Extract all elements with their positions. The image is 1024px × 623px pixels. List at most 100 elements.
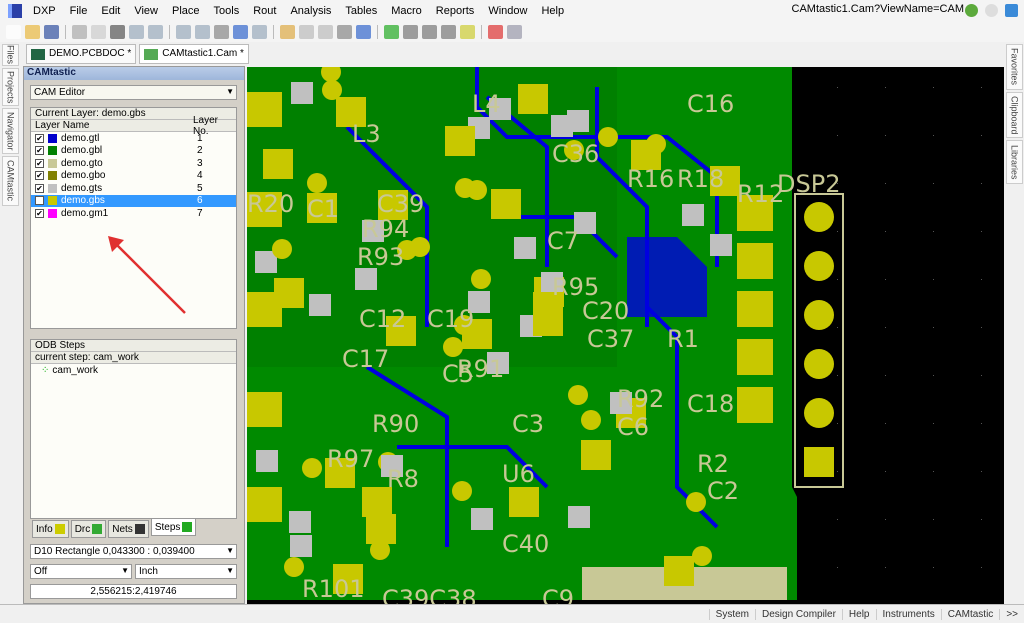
toolbar-button-icon[interactable]	[488, 25, 503, 39]
view-name-dropdown[interactable]: CAMtastic1.Cam?ViewName=CAM	[792, 3, 965, 15]
edge-pad	[247, 292, 282, 327]
pcb-canvas[interactable]: L4 L3 C16 C36 R18 R16 R12 DSP2 R20 C1 C39 R94 R93 C7 C…	[247, 67, 1004, 604]
status-camtastic[interactable]: CAMtastic	[940, 608, 1000, 620]
toolbar-button-icon[interactable]	[299, 25, 314, 39]
toolbar-button-icon[interactable]	[110, 25, 125, 39]
grid-dot	[885, 279, 886, 280]
layer-checkbox[interactable]: ✔	[35, 196, 44, 206]
layer-checkbox[interactable]: ✔	[35, 146, 44, 156]
layer-row[interactable]: ✔ demo.gm1 7	[31, 207, 236, 220]
menu-view[interactable]: View	[127, 5, 165, 17]
tab-drc[interactable]: Drc	[70, 520, 107, 538]
layer-checkbox[interactable]: ✔	[35, 158, 44, 168]
via	[598, 127, 618, 147]
doc-tab[interactable]: CAMtastic1.Cam *	[139, 44, 249, 64]
forward-icon[interactable]	[985, 4, 998, 17]
layer-row[interactable]: ✔ demo.gto 3	[31, 157, 236, 170]
layer-checkbox[interactable]: ✔	[35, 133, 44, 143]
menu-place[interactable]: Place	[165, 5, 207, 17]
toolbar-button-icon[interactable]	[280, 25, 295, 39]
menu-file[interactable]: File	[63, 5, 95, 17]
status-system[interactable]: System	[708, 608, 755, 620]
layer-color-swatch	[48, 183, 57, 193]
toolbar-button-icon[interactable]	[233, 25, 248, 39]
side-tab-libraries[interactable]: Libraries	[1006, 140, 1023, 184]
step-cam-work[interactable]: ⁘ cam_work	[31, 364, 236, 376]
aperture-select[interactable]: D10 Rectangle 0,043300 : 0,039400 ▼	[30, 544, 237, 559]
snap-select[interactable]: Off ▼	[30, 564, 132, 579]
toolbar-button-icon[interactable]	[91, 25, 106, 39]
layer-row[interactable]: ✔ demo.gbo 4	[31, 170, 236, 183]
editor-select[interactable]: CAM Editor ▼	[30, 85, 237, 100]
toolbar-button-icon[interactable]	[507, 25, 522, 39]
menu-tools[interactable]: Tools	[207, 5, 247, 17]
pad	[289, 511, 311, 533]
toolbar-button-icon[interactable]	[403, 25, 418, 39]
home-icon[interactable]	[1005, 4, 1018, 17]
status-instruments[interactable]: Instruments	[875, 608, 941, 620]
layer-row[interactable]: ✔ demo.gbs 6	[31, 194, 236, 207]
pcb-drawing[interactable]: L4L3C16C36R18R16R12DSP2R20 C1 C39R94R93C7C…	[247, 67, 1004, 604]
side-tab-camtastic[interactable]: CAMtastic	[2, 156, 19, 206]
tab-info[interactable]: Info	[32, 520, 69, 538]
side-tab-favorites[interactable]: Favorites	[1006, 44, 1023, 90]
layer-name: demo.gbo	[61, 170, 106, 182]
grid-dot	[885, 231, 886, 232]
silkscreen-label: C7	[547, 227, 579, 255]
menu-tables[interactable]: Tables	[338, 5, 384, 17]
status--[interactable]: >>	[999, 608, 1024, 620]
menu-reports[interactable]: Reports	[429, 5, 482, 17]
menu-edit[interactable]: Edit	[94, 5, 127, 17]
editor-select-value: CAM Editor	[34, 87, 86, 98]
menu-macro[interactable]: Macro	[384, 5, 429, 17]
status-design-compiler[interactable]: Design Compiler	[755, 608, 842, 620]
side-tab-projects[interactable]: Projects	[2, 68, 19, 106]
menu-window[interactable]: Window	[481, 5, 534, 17]
doc-tab-label: CAMtastic1.Cam *	[162, 48, 244, 59]
connector-pin	[804, 398, 834, 428]
toolbar-button-icon[interactable]	[148, 25, 163, 39]
status-help[interactable]: Help	[841, 608, 876, 620]
layer-row[interactable]: ✔ demo.gbl 2	[31, 145, 236, 158]
toolbar-button-icon[interactable]	[422, 25, 437, 39]
layer-checkbox[interactable]: ✔	[35, 171, 44, 181]
units-select[interactable]: Inch ▼	[135, 564, 237, 579]
side-tab-navigator[interactable]: Navigator	[2, 108, 19, 154]
side-tab-files[interactable]: Files	[2, 44, 19, 66]
toolbar-button-icon[interactable]	[384, 25, 399, 39]
menu-rout[interactable]: Rout	[246, 5, 283, 17]
grid-dot	[933, 519, 934, 520]
toolbar-button-icon[interactable]	[129, 25, 144, 39]
silkscreen-label: C39C38	[382, 585, 477, 604]
layer-checkbox[interactable]: ✔	[35, 183, 44, 193]
tab-nets[interactable]: Nets	[108, 520, 149, 538]
toolbar-button-icon[interactable]	[337, 25, 352, 39]
tab-steps[interactable]: Steps	[150, 518, 197, 536]
layer-checkbox[interactable]: ✔	[35, 208, 44, 218]
left-side-tabs: Files Projects Navigator CAMtastic	[0, 44, 21, 604]
toolbar-button-icon[interactable]	[176, 25, 191, 39]
toolbar-button-icon[interactable]	[72, 25, 87, 39]
layer-row[interactable]: ✔ demo.gtl 1	[31, 132, 236, 145]
toolbar-button-icon[interactable]	[214, 25, 229, 39]
via	[467, 180, 487, 200]
menu-dxp[interactable]: DXP	[26, 5, 63, 17]
toolbar-button-icon[interactable]	[460, 25, 475, 39]
toolbar-button-icon[interactable]	[6, 25, 21, 39]
menu-help[interactable]: Help	[534, 5, 571, 17]
doc-tab[interactable]: DEMO.PCBDOC *	[26, 44, 137, 64]
toolbar-button-icon[interactable]	[318, 25, 333, 39]
toolbar-button-icon[interactable]	[44, 25, 59, 39]
pad	[664, 556, 694, 586]
toolbar-button-icon[interactable]	[252, 25, 267, 39]
toolbar-button-icon[interactable]	[356, 25, 371, 39]
grid-dot	[981, 327, 982, 328]
toolbar-button-icon[interactable]	[25, 25, 40, 39]
back-icon[interactable]	[965, 4, 978, 17]
toolbar-button-icon[interactable]	[195, 25, 210, 39]
menu-analysis[interactable]: Analysis	[283, 5, 338, 17]
layer-row[interactable]: ✔ demo.gts 5	[31, 182, 236, 195]
toolbar-button-icon[interactable]	[441, 25, 456, 39]
silkscreen-label: C1	[307, 195, 339, 223]
side-tab-clipboard[interactable]: Clipboard	[1006, 92, 1023, 138]
